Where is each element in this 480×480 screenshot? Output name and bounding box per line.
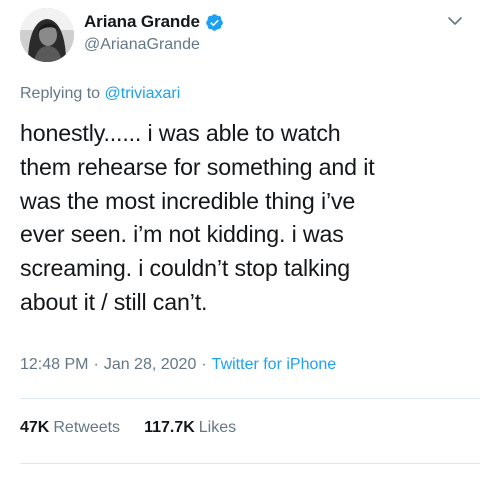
display-name-row: Ariana Grande bbox=[84, 11, 224, 33]
retweets-label: Retweets bbox=[53, 419, 121, 436]
meta-separator: · bbox=[201, 356, 207, 373]
likes-count: 117.7K bbox=[144, 419, 195, 436]
profile-photo-icon bbox=[20, 8, 74, 62]
retweets-stat[interactable]: 47K Retweets bbox=[20, 419, 120, 437]
engagement-stats: 47K Retweets 117.7K Likes bbox=[20, 419, 236, 437]
meta-separator: · bbox=[93, 356, 99, 373]
tweet-meta: 12:48 PM · Jan 28, 2020 · Twitter for iPhone bbox=[20, 356, 336, 374]
likes-label: Likes bbox=[198, 419, 237, 436]
tweet-card: Ariana Grande @ArianaGrande Replying to … bbox=[0, 0, 480, 480]
divider bbox=[20, 463, 480, 464]
tweet-date[interactable]: Jan 28, 2020 bbox=[104, 356, 197, 373]
avatar[interactable] bbox=[20, 8, 74, 62]
display-name[interactable]: Ariana Grande bbox=[84, 12, 200, 32]
author-block: Ariana Grande @ArianaGrande bbox=[84, 11, 224, 54]
tweet-time[interactable]: 12:48 PM bbox=[20, 356, 88, 373]
likes-stat[interactable]: 117.7K Likes bbox=[144, 419, 236, 437]
retweets-count: 47K bbox=[20, 419, 50, 436]
tweet-source-link[interactable]: Twitter for iPhone bbox=[212, 356, 337, 373]
verified-badge-icon bbox=[205, 13, 224, 32]
tweet-text: honestly...... i was able to watch them … bbox=[20, 120, 375, 315]
handle[interactable]: @ArianaGrande bbox=[84, 36, 224, 54]
replying-to-line: Replying to @triviaxari bbox=[20, 85, 180, 103]
divider bbox=[20, 398, 480, 399]
reply-mention-link[interactable]: @triviaxari bbox=[105, 85, 181, 102]
chevron-down-icon[interactable] bbox=[446, 12, 464, 30]
replying-to-label: Replying to bbox=[20, 85, 105, 102]
